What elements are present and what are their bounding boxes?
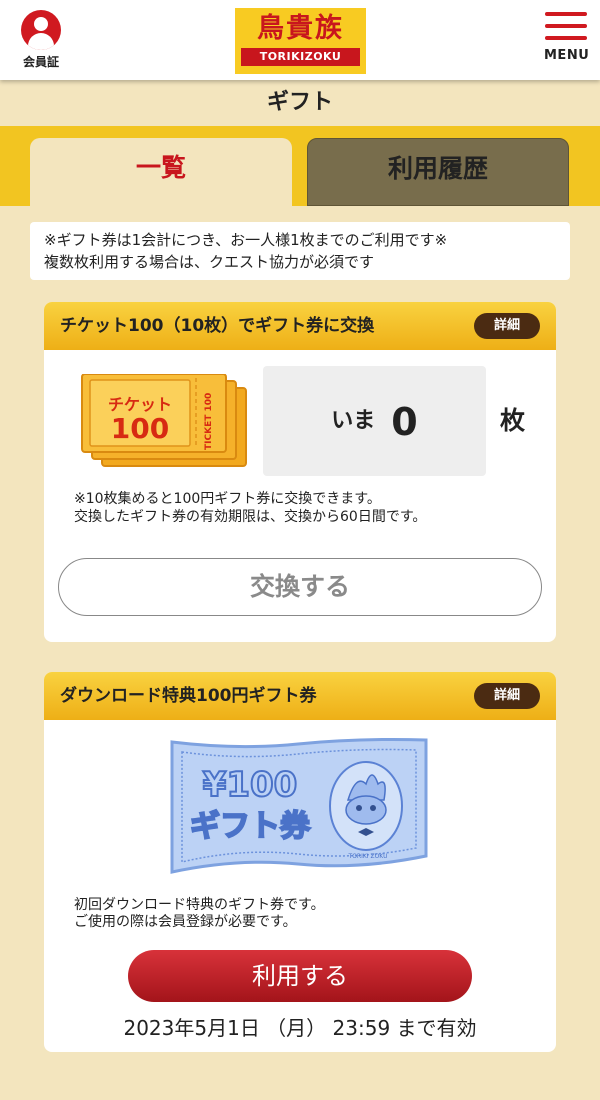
- ticket-icon: チケット 100 TICKET 100: [81, 374, 247, 467]
- gift-image-small: TORIKI ZOKU: [348, 853, 388, 860]
- detail-button[interactable]: 詳細: [474, 683, 540, 709]
- logo-roman: TORIKIZOKU: [241, 48, 360, 66]
- card-header: ダウンロード特典100円ギフト券 詳細: [44, 672, 556, 720]
- card-header: チケット100（10枚）でギフト券に交換 詳細: [44, 302, 556, 350]
- ticket-image-num: 100: [111, 412, 169, 445]
- use-button[interactable]: 利用する: [128, 950, 472, 1002]
- card-title: チケット100（10枚）でギフト券に交換: [60, 316, 375, 336]
- gift-image-label: ギフト券: [190, 809, 311, 844]
- gift-voucher-image: ¥100 ギフト券 TORIKI ZOKU: [170, 738, 428, 874]
- exchange-button[interactable]: 交換する: [58, 558, 542, 616]
- ticket-exchange-card: チケット100（10枚）でギフト券に交換 詳細 チケット 100 TICKET …: [44, 302, 556, 642]
- app-header: 会員証 鳥貴族 TORIKIZOKU MENU: [0, 0, 600, 80]
- gift-notice: ※ギフト券は1会計につき、お一人様1枚までのご利用です※ 複数枚利用する場合は、…: [30, 222, 570, 280]
- ticket-count: 0: [391, 399, 418, 444]
- ticket-image-side: TICKET 100: [204, 393, 214, 450]
- tab-list[interactable]: 一覧: [30, 138, 292, 206]
- gift-note-line-2: ご使用の際は会員登録が必要です。: [74, 914, 297, 930]
- page-title: ギフト: [266, 90, 333, 115]
- notice-line-2: 複数枚利用する場合は、クエスト協力が必須です: [44, 253, 375, 271]
- ticket-count-box: いま 0: [263, 366, 486, 476]
- user-icon: [21, 10, 61, 50]
- expiry-text: 2023年5月1日 （月） 23:59 まで有効: [123, 1016, 477, 1040]
- download-gift-card: ダウンロード特典100円ギフト券 詳細 ¥100 ギフト券 TORIKI ZOK…: [44, 672, 556, 1052]
- hamburger-icon: [544, 12, 588, 40]
- tab-bar: 一覧 利用履歴: [0, 126, 600, 206]
- gift-note: 初回ダウンロード特典のギフト券です。 ご使用の際は会員登録が必要です。: [74, 897, 325, 931]
- member-card-button[interactable]: 会員証: [18, 10, 64, 70]
- count-prefix: いま: [331, 408, 376, 434]
- tab-usage-history[interactable]: 利用履歴: [307, 138, 569, 206]
- gift-image-amount: ¥100: [203, 765, 298, 805]
- card-title: ダウンロード特典100円ギフト券: [60, 686, 317, 706]
- count-unit: 枚: [500, 406, 526, 435]
- detail-button[interactable]: 詳細: [474, 313, 540, 339]
- ticket-note-line-2: 交換したギフト券の有効期限は、交換から60日間です。: [74, 509, 427, 525]
- menu-label: MENU: [544, 48, 590, 63]
- logo-kanji: 鳥貴族: [257, 13, 344, 44]
- ticket-note-line-1: ※10枚集めると100円ギフト券に交換できます。: [74, 491, 381, 507]
- notice-line-1: ※ギフト券は1会計につき、お一人様1枚までのご利用です※: [44, 231, 448, 249]
- ticket-note: ※10枚集めると100円ギフト券に交換できます。 交換したギフト券の有効期限は、…: [74, 490, 426, 526]
- menu-button[interactable]: MENU: [544, 12, 590, 63]
- member-card-label: 会員証: [22, 55, 59, 69]
- brand-logo[interactable]: 鳥貴族 TORIKIZOKU: [235, 8, 366, 74]
- gift-note-line-1: 初回ダウンロード特典のギフト券です。: [74, 897, 325, 913]
